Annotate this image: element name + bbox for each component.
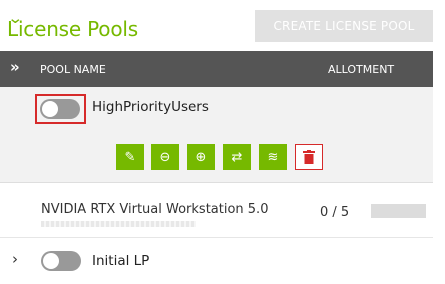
toggle-knob bbox=[42, 101, 58, 117]
license-feature-detail bbox=[41, 221, 196, 227]
pool-actions-bar bbox=[0, 127, 433, 183]
minus-circle-icon: ⊖ bbox=[159, 149, 171, 165]
add-licenses-button[interactable]: ⊕ bbox=[187, 144, 215, 170]
remove-licenses-button[interactable]: ⊖ bbox=[151, 144, 179, 170]
plus-circle-icon: ⊕ bbox=[195, 149, 207, 165]
pencil-icon: ✎ bbox=[124, 149, 136, 165]
pool-name[interactable]: HighPriorityUsers bbox=[92, 99, 209, 115]
double-chevron-right-icon[interactable]: » bbox=[10, 58, 20, 76]
pool-enable-toggle[interactable] bbox=[40, 99, 80, 119]
toggle-knob bbox=[43, 253, 59, 269]
layers-button[interactable]: ≋ bbox=[259, 144, 287, 170]
transfer-licenses-button[interactable]: ⇄ bbox=[223, 144, 251, 170]
chevron-down-icon[interactable]: ⌄ bbox=[7, 9, 23, 27]
delete-pool-button[interactable] bbox=[295, 144, 323, 170]
allotment-bar bbox=[371, 204, 426, 218]
toggle-highlight bbox=[35, 94, 86, 124]
edit-pool-button[interactable]: ✎ bbox=[116, 144, 144, 170]
pool-name[interactable]: Initial LP bbox=[92, 253, 149, 269]
pool-enable-toggle[interactable] bbox=[41, 251, 81, 271]
column-header-pool-name[interactable]: POOL NAME bbox=[40, 63, 106, 76]
table-header: » POOL NAME ALLOTMENT bbox=[0, 51, 433, 87]
column-header-allotment[interactable]: ALLOTMENT bbox=[328, 63, 394, 76]
chevron-right-icon[interactable]: › bbox=[12, 250, 18, 268]
layers-icon: ≋ bbox=[267, 149, 279, 165]
trash-icon bbox=[303, 150, 315, 164]
create-license-pool-button[interactable]: CREATE LICENSE POOL bbox=[255, 10, 433, 42]
page-title: License Pools bbox=[7, 17, 138, 41]
license-allotment: 0 / 5 bbox=[320, 205, 350, 220]
license-feature-name: NVIDIA RTX Virtual Workstation 5.0 bbox=[41, 202, 269, 217]
transfer-arrows-icon: ⇄ bbox=[231, 149, 243, 165]
